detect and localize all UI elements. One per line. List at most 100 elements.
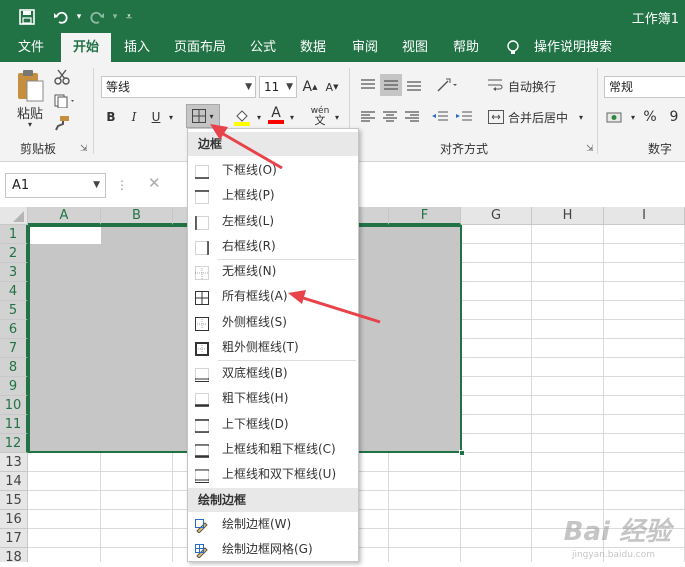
row-header-5[interactable]: 5 bbox=[0, 301, 28, 320]
row-header-13[interactable]: 13 bbox=[0, 453, 28, 472]
accounting-format-icon[interactable] bbox=[604, 106, 626, 128]
percent-button[interactable]: % bbox=[640, 106, 660, 128]
tab-insert[interactable]: 插入 bbox=[122, 33, 152, 62]
select-all-corner[interactable] bbox=[0, 207, 28, 225]
row-header-2[interactable]: 2 bbox=[0, 244, 28, 263]
column-header-i[interactable]: I bbox=[604, 207, 685, 225]
tab-review[interactable]: 审阅 bbox=[350, 33, 380, 62]
wrap-text-icon[interactable] bbox=[486, 75, 506, 97]
copy-icon[interactable] bbox=[52, 92, 78, 110]
menu-item-left-border[interactable]: 左框线(L) bbox=[188, 209, 358, 234]
column-header-f[interactable]: F bbox=[389, 207, 461, 225]
menu-item-right-border[interactable]: 右框线(R) bbox=[188, 234, 358, 259]
name-box[interactable]: A1 ▼ bbox=[5, 173, 106, 198]
customize-qat-icon[interactable]: ⩡ bbox=[118, 6, 140, 28]
row-header-15[interactable]: 15 bbox=[0, 491, 28, 510]
tab-home[interactable]: 开始 bbox=[61, 33, 111, 62]
menu-item-thick-outside-borders[interactable]: 粗外侧框线(T) bbox=[188, 335, 358, 360]
decrease-indent-icon[interactable] bbox=[430, 106, 450, 128]
borders-button[interactable]: ▾ bbox=[186, 104, 220, 128]
phonetic-icon[interactable]: wén 文 bbox=[308, 104, 332, 128]
fill-color-dropdown-icon[interactable]: ▾ bbox=[254, 106, 264, 128]
menu-item-draw-border-grid[interactable]: 绘制边框网格(G) bbox=[188, 537, 358, 562]
row-header-6[interactable]: 6 bbox=[0, 320, 28, 339]
fill-handle[interactable] bbox=[459, 450, 465, 456]
menu-item-bottom-double-border[interactable]: 双底框线(B) bbox=[188, 361, 358, 386]
row-header-17[interactable]: 17 bbox=[0, 529, 28, 548]
italic-button[interactable]: I bbox=[124, 106, 144, 128]
font-size-combo[interactable]: 11 ▼ bbox=[259, 76, 297, 98]
phonetic-dropdown-icon[interactable]: ▾ bbox=[332, 106, 342, 128]
align-left-icon[interactable] bbox=[358, 106, 378, 128]
paste-label[interactable]: 粘贴 bbox=[14, 104, 46, 122]
tab-page-layout[interactable]: 页面布局 bbox=[172, 33, 228, 62]
row-header-12[interactable]: 12 bbox=[0, 434, 28, 453]
underline-dropdown-icon[interactable]: ▾ bbox=[166, 106, 176, 128]
menu-item-top-and-thick-bottom-border[interactable]: 上框线和粗下框线(C) bbox=[188, 437, 358, 462]
merge-dropdown-icon[interactable]: ▾ bbox=[576, 106, 586, 128]
tab-data[interactable]: 数据 bbox=[298, 33, 328, 62]
accounting-dropdown-icon[interactable]: ▾ bbox=[628, 106, 638, 128]
row-header-3[interactable]: 3 bbox=[0, 263, 28, 282]
active-cell[interactable] bbox=[30, 227, 101, 244]
comma-style-button[interactable]: 9 bbox=[664, 106, 684, 128]
tab-file[interactable]: 文件 bbox=[16, 33, 46, 62]
save-icon[interactable] bbox=[16, 6, 38, 28]
row-header-18[interactable]: 18 bbox=[0, 548, 28, 562]
clipboard-launcher-icon[interactable]: ⇲ bbox=[80, 144, 88, 154]
tab-view[interactable]: 视图 bbox=[400, 33, 430, 62]
row-header-4[interactable]: 4 bbox=[0, 282, 28, 301]
cut-icon[interactable] bbox=[52, 68, 72, 86]
format-painter-icon[interactable] bbox=[52, 114, 72, 132]
row-header-9[interactable]: 9 bbox=[0, 377, 28, 396]
font-name-combo[interactable]: 等线 ▼ bbox=[101, 76, 256, 98]
menu-item-top-border[interactable]: 上框线(P) bbox=[188, 183, 358, 208]
font-shrink-icon[interactable]: A ▼ bbox=[322, 76, 342, 98]
row-header-10[interactable]: 10 bbox=[0, 396, 28, 415]
underline-button[interactable]: U bbox=[147, 106, 165, 128]
menu-item-draw-border[interactable]: 绘制边框(W) bbox=[188, 512, 358, 537]
row-header-14[interactable]: 14 bbox=[0, 472, 28, 491]
align-center-icon[interactable] bbox=[380, 106, 400, 128]
column-header-a[interactable]: A bbox=[28, 207, 101, 225]
ribbon-tabs: 文件 开始 插入 页面布局 公式 数据 审阅 视图 帮助 操作说明搜索 bbox=[0, 33, 685, 62]
bold-button[interactable]: B bbox=[101, 106, 121, 128]
menu-item-label: 粗外侧框线(T) bbox=[222, 339, 299, 354]
menu-item-top-and-bottom-border[interactable]: 上下框线(D) bbox=[188, 412, 358, 437]
merge-center-icon[interactable] bbox=[486, 106, 506, 128]
wrap-text-button[interactable]: 自动换行 bbox=[508, 75, 556, 97]
alignment-launcher-icon[interactable]: ⇲ bbox=[586, 144, 594, 154]
align-right-icon[interactable] bbox=[402, 106, 422, 128]
row-header-7[interactable]: 7 bbox=[0, 339, 28, 358]
menu-item-no-border[interactable]: 无框线(N) bbox=[188, 259, 358, 284]
font-color-dropdown-icon[interactable]: ▾ bbox=[287, 106, 297, 128]
increase-indent-icon[interactable] bbox=[454, 106, 474, 128]
menu-item-top-and-double-bottom-border[interactable]: 上框线和双下框线(U) bbox=[188, 462, 358, 487]
menu-item-thick-bottom-border[interactable]: 粗下框线(H) bbox=[188, 386, 358, 411]
row-header-1[interactable]: 1 bbox=[0, 225, 28, 244]
menu-item-all-borders[interactable]: 所有框线(A) bbox=[188, 284, 358, 309]
font-color-icon[interactable]: A bbox=[266, 104, 286, 126]
paste-icon[interactable] bbox=[14, 68, 46, 104]
fill-color-icon[interactable] bbox=[230, 106, 254, 128]
menu-item-outside-borders[interactable]: 外侧框线(S) bbox=[188, 310, 358, 335]
column-header-b[interactable]: B bbox=[101, 207, 173, 225]
tab-help[interactable]: 帮助 bbox=[451, 33, 481, 62]
font-grow-icon[interactable]: A ▲ bbox=[300, 76, 320, 98]
align-middle-icon[interactable] bbox=[380, 74, 402, 96]
row-header-11[interactable]: 11 bbox=[0, 415, 28, 434]
paste-dropdown-icon[interactable]: ▾ bbox=[24, 119, 36, 129]
row-header-8[interactable]: 8 bbox=[0, 358, 28, 377]
row-header-16[interactable]: 16 bbox=[0, 510, 28, 529]
align-bottom-icon[interactable] bbox=[404, 74, 424, 96]
column-header-h[interactable]: H bbox=[532, 207, 604, 225]
orientation-icon[interactable] bbox=[430, 74, 464, 96]
number-format-combo[interactable]: 常规 bbox=[604, 76, 685, 98]
cancel-icon[interactable]: ✕ bbox=[148, 174, 161, 192]
column-header-g[interactable]: G bbox=[461, 207, 532, 225]
tab-formulas[interactable]: 公式 bbox=[248, 33, 278, 62]
menu-item-bottom-border[interactable]: 下框线(O) bbox=[188, 158, 358, 183]
merge-center-button[interactable]: 合并后居中 bbox=[508, 106, 568, 128]
align-top-icon[interactable] bbox=[358, 74, 378, 96]
tell-me-search[interactable]: 操作说明搜索 bbox=[532, 33, 614, 62]
